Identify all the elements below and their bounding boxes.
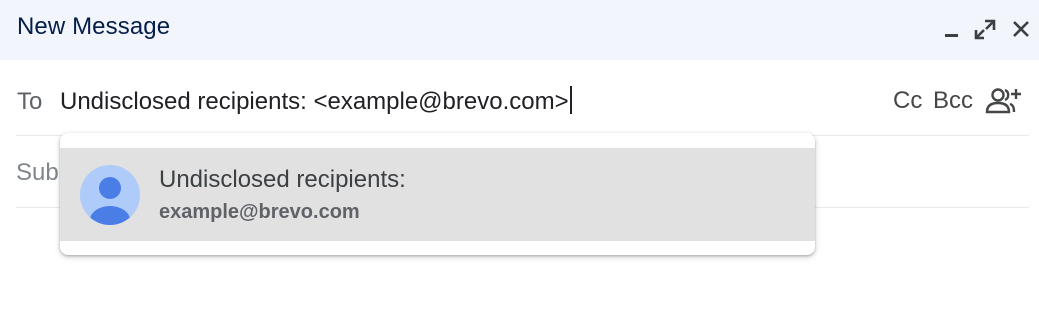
minimize-button[interactable]	[938, 14, 966, 44]
cc-button[interactable]: Cc	[893, 87, 922, 115]
close-button[interactable]	[1007, 14, 1035, 44]
recipient-suggestion[interactable]: Undisclosed recipients: example@brevo.co…	[60, 148, 815, 241]
add-recipients-icon	[985, 88, 1021, 114]
compose-title: New Message	[17, 13, 171, 40]
bcc-button[interactable]: Bcc	[933, 87, 973, 115]
recipient-autocomplete-dropdown: Undisclosed recipients: example@brevo.co…	[60, 133, 815, 255]
compose-header: New Message	[0, 0, 1039, 60]
person-avatar-icon	[80, 165, 140, 225]
expand-button[interactable]	[971, 14, 999, 44]
add-recipients-button[interactable]	[985, 85, 1023, 117]
to-row: To Undisclosed recipients: <example@brev…	[16, 66, 1029, 136]
suggestion-email: example@brevo.com	[159, 201, 360, 223]
to-input-value: Undisclosed recipients: <example@brevo.c…	[60, 88, 569, 115]
to-label: To	[17, 88, 43, 115]
to-input[interactable]: Undisclosed recipients: <example@brevo.c…	[60, 86, 680, 116]
minimize-icon	[945, 34, 958, 37]
subject-placeholder: Sub	[16, 159, 59, 186]
close-icon	[1013, 21, 1029, 37]
expand-icon	[974, 19, 996, 40]
text-caret	[569, 86, 572, 114]
suggestion-name: Undisclosed recipients:	[159, 166, 406, 193]
